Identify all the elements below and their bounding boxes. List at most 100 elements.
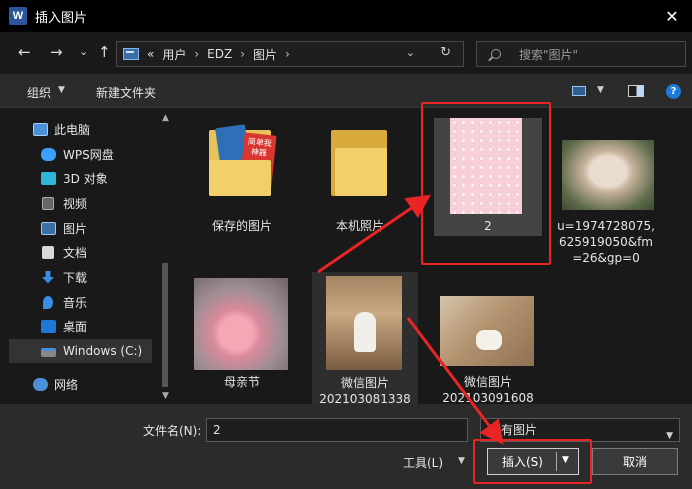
- drive-icon: [41, 348, 56, 357]
- file-name-line: 微信图片: [340, 376, 389, 390]
- file-name-line: u=1974728075,: [557, 219, 655, 233]
- recent-locations-chevron-icon[interactable]: ⌄: [79, 42, 88, 62]
- nav-item-network[interactable]: 网络: [9, 372, 159, 396]
- file-item-2[interactable]: 2: [434, 118, 542, 236]
- file-item-saved-pictures[interactable]: 简单我 神器 保存的图片: [192, 120, 292, 240]
- nav-item-label: 网络: [54, 377, 79, 392]
- file-item-wechat-202103081338[interactable]: 微信图片 202103081338: [312, 272, 418, 406]
- organize-caret-icon[interactable]: ▼: [58, 85, 65, 95]
- dialog-title: 插入图片: [35, 10, 88, 26]
- nav-item-label: 音乐: [63, 295, 88, 310]
- scroll-down-arrow-icon[interactable]: ▼: [162, 391, 169, 401]
- nav-pane-scrollbar[interactable]: ▲ ▼: [161, 113, 169, 401]
- toolbar: 组织 ▼ 新建文件夹 ▼ ?: [0, 74, 692, 108]
- change-view-icon[interactable]: [572, 86, 586, 96]
- breadcrumb-users[interactable]: 用户: [162, 46, 186, 63]
- nav-item-music[interactable]: 音乐: [9, 290, 159, 314]
- scroll-up-arrow-icon[interactable]: ▲: [162, 113, 169, 123]
- file-item-wechat-202103091608[interactable]: 微信图片 202103091608: [436, 294, 540, 405]
- nav-item-label: Windows (C:): [63, 344, 143, 358]
- file-name: 母亲节: [223, 375, 260, 389]
- search-icon: [491, 49, 501, 59]
- new-folder-button[interactable]: 新建文件夹: [96, 84, 156, 101]
- breadcrumb-edz[interactable]: EDZ: [207, 47, 232, 61]
- insert-options-caret-icon[interactable]: ▼: [562, 455, 569, 465]
- filetype-select[interactable]: 所有图片 ▼: [480, 418, 680, 442]
- breadcrumb-overflow[interactable]: «: [147, 47, 154, 61]
- chevron-down-icon: ▼: [666, 431, 673, 441]
- dialog-footer: 文件名(N): 所有图片 ▼ 工具(L) ▼ 插入(S) ▼ 取消: [0, 404, 692, 489]
- download-icon: [42, 270, 54, 284]
- nav-item-wps-cloud[interactable]: WPS网盘: [9, 142, 159, 166]
- breadcrumb-separator-icon[interactable]: ›: [194, 47, 199, 61]
- video-icon: [42, 196, 54, 210]
- tools-menu[interactable]: 工具(L): [403, 454, 443, 471]
- nav-item-label: 此电脑: [54, 122, 91, 137]
- file-list: 简单我 神器 保存的图片 本机照片 2 u=1974728075, 625919…: [172, 108, 692, 406]
- title-bar: W 插入图片 ✕: [0, 0, 692, 32]
- nav-item-windows-c[interactable]: Windows (C:): [9, 339, 152, 363]
- pictures-folder-icon: [123, 48, 139, 60]
- insert-button-label: 插入(S): [502, 455, 543, 469]
- help-icon[interactable]: ?: [666, 84, 681, 99]
- nav-item-label: 桌面: [63, 319, 88, 334]
- search-box[interactable]: 搜索"图片": [476, 41, 686, 67]
- address-dropdown-icon[interactable]: ⌄: [406, 46, 415, 59]
- breadcrumb-pictures[interactable]: 图片: [253, 46, 277, 63]
- split-divider: [556, 452, 557, 471]
- cube-icon: [41, 171, 56, 185]
- filename-label: 文件名(N):: [143, 424, 202, 438]
- nav-item-downloads[interactable]: 下载: [9, 265, 159, 289]
- cat-in-thumbnail: [354, 312, 376, 352]
- document-icon: [42, 245, 54, 259]
- tools-caret-icon[interactable]: ▼: [458, 456, 465, 466]
- insert-button[interactable]: 插入(S) ▼: [487, 448, 579, 475]
- nav-item-3d-objects[interactable]: 3D 对象: [9, 166, 159, 190]
- file-item-u-1974728075[interactable]: u=1974728075, 625919050&fm =26&gp=0: [556, 138, 656, 268]
- computer-icon: [33, 122, 48, 136]
- file-name: 保存的图片: [211, 219, 272, 233]
- nav-item-label: 下载: [63, 270, 88, 285]
- folder-front-icon: [335, 148, 387, 196]
- nav-item-pictures[interactable]: 图片: [9, 216, 159, 240]
- insert-picture-dialog: W 插入图片 ✕ ← → ⌄ ↑ « 用户 › EDZ › 图片 › ⌄ ↻ 搜…: [0, 0, 692, 489]
- cancel-button[interactable]: 取消: [592, 448, 678, 475]
- file-item-local-photos[interactable]: 本机照片: [310, 120, 410, 240]
- file-name: 2: [484, 219, 492, 233]
- music-icon: [43, 295, 53, 309]
- breadcrumb-separator-icon[interactable]: ›: [240, 47, 245, 61]
- nav-item-label: 3D 对象: [63, 171, 108, 186]
- file-name: 本机照片: [335, 219, 384, 233]
- back-arrow-icon[interactable]: ←: [18, 42, 31, 62]
- nav-item-label: WPS网盘: [63, 147, 114, 162]
- scrollbar-thumb[interactable]: [162, 263, 168, 387]
- image-thumbnail: [450, 118, 522, 214]
- view-options-caret-icon[interactable]: ▼: [597, 85, 604, 95]
- image-thumbnail: [562, 140, 654, 210]
- refresh-icon[interactable]: ↻: [440, 45, 451, 60]
- nav-item-label: 文档: [63, 245, 88, 260]
- preview-pane-icon[interactable]: [628, 85, 644, 97]
- filename-input[interactable]: [206, 418, 468, 442]
- nav-item-videos[interactable]: 视频: [9, 191, 159, 215]
- up-arrow-icon[interactable]: ↑: [98, 42, 111, 62]
- picture-icon: [41, 221, 56, 235]
- file-name-line: 微信图片: [463, 375, 512, 389]
- nav-item-this-pc[interactable]: 此电脑: [9, 117, 159, 141]
- organize-menu[interactable]: 组织: [27, 84, 51, 101]
- navigation-pane: 此电脑 WPS网盘 3D 对象 视频 图片 文档 下载 音乐 桌面 Window…: [9, 108, 172, 404]
- network-icon: [33, 377, 48, 391]
- cat-in-thumbnail: [476, 330, 502, 350]
- file-item-mothers-day[interactable]: 母亲节: [192, 276, 292, 396]
- breadcrumb-separator-icon[interactable]: ›: [285, 47, 290, 61]
- forward-arrow-icon[interactable]: →: [50, 42, 63, 62]
- search-placeholder: 搜索"图片": [519, 47, 579, 62]
- nav-item-documents[interactable]: 文档: [9, 240, 159, 264]
- close-button[interactable]: ✕: [652, 0, 692, 32]
- address-bar[interactable]: « 用户 › EDZ › 图片 › ⌄ ↻: [116, 41, 464, 67]
- filetype-value: 所有图片: [489, 423, 538, 437]
- wps-writer-app-icon: W: [9, 7, 27, 25]
- nav-item-desktop[interactable]: 桌面: [9, 314, 159, 338]
- nav-item-label: 视频: [63, 196, 88, 211]
- file-name-line: =26&gp=0: [572, 251, 640, 265]
